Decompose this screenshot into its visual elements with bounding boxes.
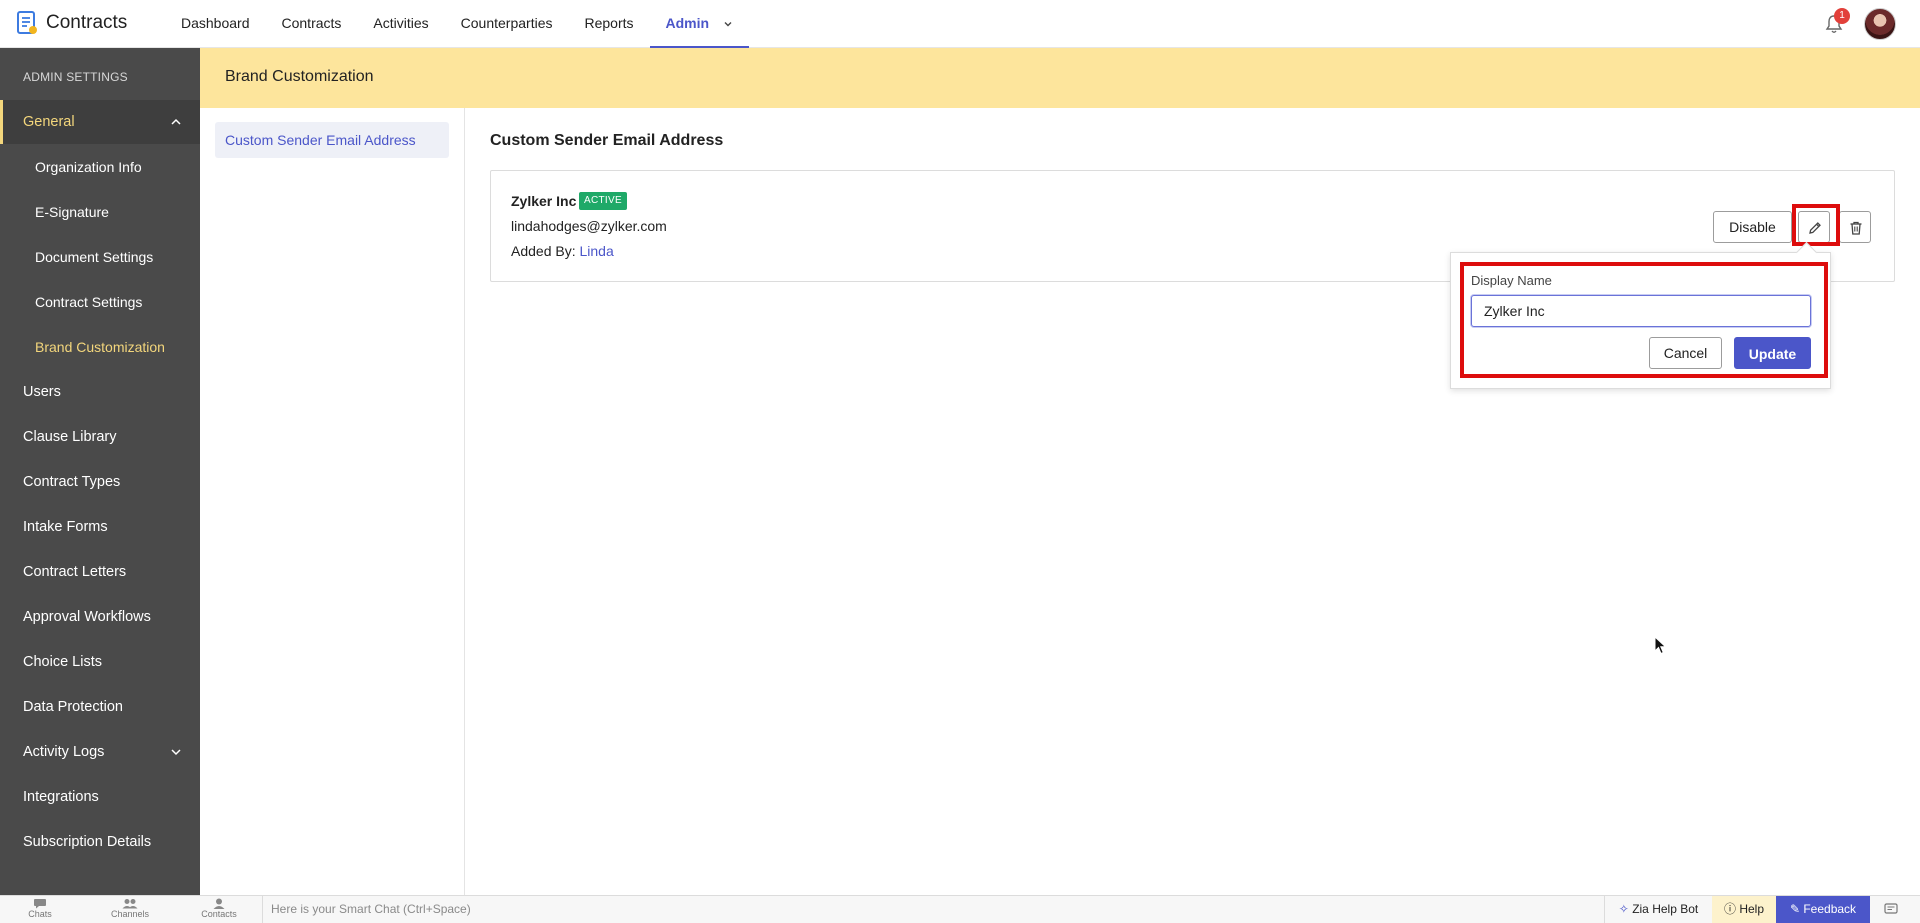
top-nav-bar: Contracts Dashboard Contracts Activities…: [0, 0, 1920, 48]
sidebar-item-contract-letters[interactable]: Contract Letters: [0, 550, 200, 594]
contacts-button[interactable]: Contacts: [189, 898, 249, 919]
status-badge: ACTIVE: [579, 192, 627, 210]
sidebar-item-organization-info[interactable]: Organization Info: [0, 145, 200, 189]
sidebar-heading: ADMIN SETTINGS: [23, 70, 128, 84]
trash-icon: [1850, 221, 1862, 235]
contact-person-icon: [213, 898, 225, 909]
contracts-logo-icon: [17, 11, 37, 34]
subnav-custom-sender-email[interactable]: Custom Sender Email Address: [215, 122, 449, 158]
main-nav: Dashboard Contracts Activities Counterpa…: [165, 0, 750, 48]
section-title: Custom Sender Email Address: [490, 132, 724, 149]
smart-chat-input[interactable]: Here is your Smart Chat (Ctrl+Space): [262, 896, 1602, 923]
app-title: Contracts: [46, 12, 128, 33]
mouse-cursor-icon: [1654, 636, 1667, 655]
chats-button[interactable]: Chats: [10, 898, 70, 919]
sidebar-item-brand-customization[interactable]: Brand Customization: [0, 325, 200, 369]
nav-dashboard[interactable]: Dashboard: [165, 0, 266, 48]
sidebar-item-data-protection[interactable]: Data Protection: [0, 685, 200, 729]
feedback-label: Feedback: [1803, 902, 1857, 916]
sidebar-item-choice-lists[interactable]: Choice Lists: [0, 640, 200, 684]
disable-button[interactable]: Disable: [1713, 211, 1792, 243]
added-by: Added By: Linda: [511, 243, 614, 259]
sidebar-item-e-signature[interactable]: E-Signature: [0, 190, 200, 234]
chat-bubble-icon: [34, 899, 46, 909]
sidebar-item-contract-settings[interactable]: Contract Settings: [0, 280, 200, 324]
channels-label: Channels: [110, 909, 150, 919]
zia-label: Zia Help Bot: [1632, 902, 1699, 916]
popover-highlight: [1460, 262, 1828, 378]
sender-email: lindahodges@zylker.com: [511, 218, 667, 234]
contacts-label: Contacts: [201, 909, 237, 919]
sidebar-item-document-settings[interactable]: Document Settings: [0, 235, 200, 279]
sidebar-item-label: Activity Logs: [23, 744, 105, 760]
chevron-down-icon[interactable]: [723, 19, 733, 29]
nav-admin-label: Admin: [665, 15, 710, 31]
app-logo[interactable]: Contracts: [16, 10, 127, 36]
edit-button-highlight: [1792, 204, 1840, 246]
user-avatar[interactable]: [1864, 8, 1896, 40]
sidebar-item-approval-workflows[interactable]: Approval Workflows: [0, 595, 200, 639]
zia-bot-icon: ✧: [1618, 902, 1629, 916]
help-button[interactable]: ⓘ Help: [1712, 896, 1776, 923]
help-label: Help: [1739, 902, 1765, 916]
nav-contracts[interactable]: Contracts: [266, 0, 358, 48]
sidebar-item-label: General: [23, 114, 75, 130]
notification-count-badge: 1: [1834, 8, 1850, 24]
help-icon: ⓘ: [1723, 902, 1736, 916]
sidebar-item-activity-logs[interactable]: Activity Logs: [0, 730, 200, 774]
bottom-bar: Chats Channels Contacts Here is your Sma…: [0, 895, 1920, 923]
added-by-label: Added By:: [511, 243, 576, 259]
sidebar-item-contract-types[interactable]: Contract Types: [0, 460, 200, 504]
nav-counterparties[interactable]: Counterparties: [445, 0, 569, 48]
delete-button[interactable]: [1839, 211, 1871, 243]
nav-activities[interactable]: Activities: [357, 0, 444, 48]
sidebar-item-users[interactable]: Users: [0, 370, 200, 414]
nav-admin[interactable]: Admin: [649, 0, 750, 48]
chevron-up-icon: [171, 118, 181, 125]
feedback-icon: ✎: [1789, 902, 1800, 916]
chevron-down-icon: [171, 749, 181, 756]
sidebar-item-clause-library[interactable]: Clause Library: [0, 415, 200, 459]
sidebar-item-integrations[interactable]: Integrations: [0, 775, 200, 819]
channels-button[interactable]: Channels: [100, 898, 160, 919]
brand-subnav: Custom Sender Email Address: [200, 108, 465, 895]
admin-sidebar: ADMIN SETTINGS General Organization Info…: [0, 48, 200, 895]
page-title: Brand Customization: [225, 68, 374, 85]
chat-window-icon[interactable]: [1884, 903, 1898, 916]
channels-icon: [122, 899, 138, 909]
chats-label: Chats: [28, 909, 52, 919]
zia-help-bot-button[interactable]: ✧ Zia Help Bot: [1604, 896, 1712, 923]
sidebar-item-general[interactable]: General: [0, 100, 200, 144]
added-by-user-link[interactable]: Linda: [580, 243, 614, 259]
page-header: Brand Customization: [200, 48, 1920, 108]
sender-display-name: Zylker Inc: [511, 193, 577, 209]
feedback-button[interactable]: ✎ Feedback: [1776, 896, 1870, 923]
sidebar-item-intake-forms[interactable]: Intake Forms: [0, 505, 200, 549]
nav-reports[interactable]: Reports: [568, 0, 649, 48]
sidebar-item-subscription-details[interactable]: Subscription Details: [0, 820, 200, 864]
